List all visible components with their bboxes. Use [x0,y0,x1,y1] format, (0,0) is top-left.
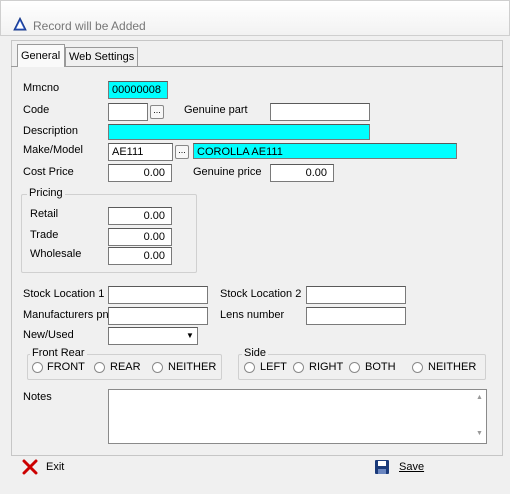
save-label: Save [399,461,424,473]
mmcno-field[interactable]: 00000008 [108,81,168,99]
radio-right[interactable] [293,362,304,373]
radio-rear-label: REAR [110,361,141,373]
genuine-part-label: Genuine part [184,104,248,116]
genuine-part-field[interactable] [270,103,370,121]
manufacturers-pn-field[interactable] [108,307,208,325]
retail-field[interactable]: 0.00 [108,207,172,225]
make-field[interactable]: AE111 [108,143,173,161]
side-caption: Side [242,347,269,359]
retail-label: Retail [30,208,59,220]
tab-web-settings-label: Web Settings [69,51,135,63]
radio-front-label: FRONT [47,361,85,373]
radio-left-label: LEFT [260,361,287,373]
save-button[interactable]: Save [372,458,442,478]
genuine-price-label: Genuine price [193,166,262,178]
manufacturers-pn-label: Manufacturers pn [23,309,109,321]
radio-front-rear-neither[interactable] [152,362,163,373]
tab-general[interactable]: General [17,44,65,67]
radio-both-label: BOTH [365,361,396,373]
scroll-up-icon[interactable]: ▲ [476,394,483,401]
lens-number-field[interactable] [306,307,406,325]
notes-field[interactable] [108,389,487,444]
window-title: Record will be Added [33,19,146,33]
tab-general-label: General [21,50,61,62]
mmcno-label: Mmcno [23,82,60,94]
exit-button[interactable]: Exit [20,458,80,478]
radio-front-rear-neither-label: NEITHER [168,361,217,373]
new-used-label: New/Used [23,329,74,341]
trade-field[interactable]: 0.00 [108,228,172,246]
exit-label: Exit [46,461,65,473]
stock-location-1-label: Stock Location 1 [23,288,105,300]
description-label: Description [23,125,79,137]
code-lookup-button[interactable]: ... [150,105,164,119]
lens-number-label: Lens number [220,309,285,321]
red-x-icon [22,459,38,475]
stock-location-1-field[interactable] [108,286,208,304]
code-label: Code [23,104,50,116]
description-field[interactable] [108,124,370,140]
model-field[interactable]: COROLLA AE111 [193,143,457,159]
radio-left[interactable] [244,362,255,373]
wholesale-field[interactable]: 0.00 [108,247,172,265]
save-label-text: Save [399,461,425,473]
radio-rear[interactable] [94,362,105,373]
cost-price-label: Cost Price [23,166,74,178]
front-rear-caption: Front Rear [30,347,87,359]
warning-triangle-icon [13,17,27,31]
radio-side-neither[interactable] [412,362,423,373]
code-field[interactable] [108,103,148,121]
make-model-lookup-button[interactable]: ... [175,145,189,159]
pricing-caption: Pricing [27,187,65,199]
radio-right-label: RIGHT [309,361,344,373]
radio-side-neither-label: NEITHER [428,361,477,373]
trade-label: Trade [30,229,59,241]
radio-front[interactable] [32,362,43,373]
tab-web-settings[interactable]: Web Settings [65,47,138,66]
chevron-down-icon[interactable]: ▼ [183,328,197,344]
tab-strip-line [11,66,503,67]
make-model-label: Make/Model [23,144,83,156]
genuine-price-field[interactable]: 0.00 [270,164,334,182]
scroll-down-icon[interactable]: ▼ [476,430,483,437]
floppy-disk-icon [375,460,389,474]
radio-both[interactable] [349,362,360,373]
notes-label: Notes [23,391,52,403]
stock-location-2-label: Stock Location 2 [220,288,302,300]
wholesale-label: Wholesale [30,248,82,260]
cost-price-field[interactable]: 0.00 [108,164,172,182]
stock-location-2-field[interactable] [306,286,406,304]
